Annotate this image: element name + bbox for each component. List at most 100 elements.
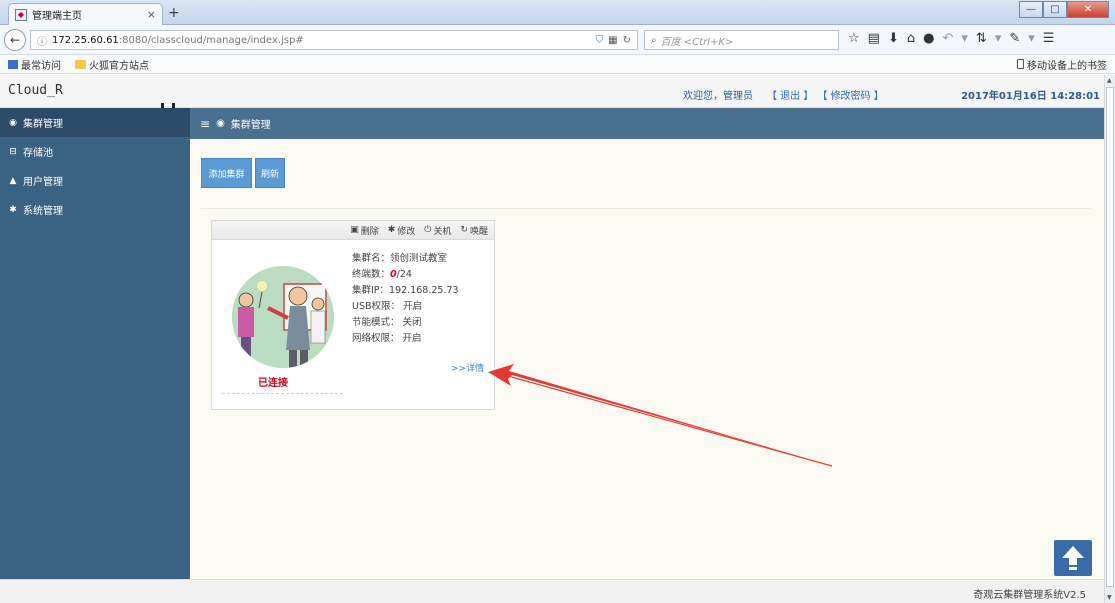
brand-title: Cloud_R [8,83,63,98]
mobile-bookmarks[interactable]: 移动设备上的书签 [1017,57,1107,72]
sidebar-item-system[interactable]: ✱ 系统管理 [0,195,190,224]
qr-code-icon[interactable]: ▦ [608,35,617,46]
menu-icon[interactable]: ☰ [1043,31,1055,46]
card-toolbar: ▣ 删除 ✱ 修改 ⏻ 关机 ↻ 唤醒 [212,221,494,240]
dropdown-icon-2[interactable]: ▾ [995,31,1002,46]
delete-button[interactable]: ▣ 删除 [350,224,379,237]
browser-tab[interactable]: ◆ 管理端主页 × [8,3,163,25]
refresh-button[interactable]: 刷新 [255,158,285,188]
shield-icon[interactable]: ⛉ [596,35,604,46]
star-icon[interactable]: ☆ [848,31,860,46]
chat-icon[interactable]: ● [923,31,934,46]
dropdown-icon-3[interactable]: ▾ [1028,31,1035,46]
scroll-up-icon[interactable]: ▲ [1107,77,1112,84]
bookmark-firefox-site[interactable]: 火狐官方站点 [75,57,149,72]
browser-toolbar-icons: ☆ ▤ ⬇ ⌂ ● ↶ ▾ ⇅ ▾ ✎ ▾ ☰ [848,31,1054,46]
power-icon: ⏻ [424,225,432,235]
close-window-button[interactable]: ✕ [1067,1,1109,18]
cluster-avatar-image [232,266,334,368]
dashboard-icon: ◉ [9,117,17,128]
bookmarks-bar: 最常访问 火狐官方站点 移动设备上的书签 [0,55,1115,74]
web-page: Cloud_R 欢迎您，管理员 【 退出 】 【 修改密码 】 2017年01月… [0,75,1104,603]
bookmark-label: 最常访问 [21,60,61,72]
dashboard-icon: ◉ [216,118,225,129]
scrollbar-thumb[interactable] [1106,87,1114,587]
url-path: :8080/classcloud/manage/index.jsp# [118,34,304,46]
back-button[interactable]: ← [4,29,26,51]
search-icon: ⌕ [651,34,657,46]
sidebar-item-label: 系统管理 [23,206,63,217]
dropdown-icon[interactable]: ▾ [961,31,968,46]
url-bar[interactable]: ⓘ 172.25.60.61:8080/classcloud/manage/in… [30,30,638,50]
tab-title: 管理端主页 [32,11,82,22]
new-tab-button[interactable]: + [168,5,180,21]
search-bar[interactable]: ⌕ 百度 <Ctrl+K> [644,30,839,50]
bookmark-most-visited[interactable]: 最常访问 [8,57,61,72]
app-footer: 奇观云集群管理系统V2.5 [0,579,1104,603]
home-icon[interactable]: ⌂ [907,31,915,46]
refresh-icon: ↻ [460,225,468,235]
add-cluster-button[interactable]: 添加集群 [201,158,252,188]
sidebar-item-label: 存储池 [23,148,53,159]
minimize-button[interactable]: — [1019,1,1043,18]
app-header: Cloud_R 欢迎您，管理员 【 退出 】 【 修改密码 】 2017年01月… [0,75,1104,108]
download-icon[interactable]: ⬇ [888,31,899,46]
sidebar-item-storage[interactable]: ⊟ 存储池 [0,137,190,166]
welcome-text: 欢迎您，管理员 [683,91,753,102]
arrow-up-icon [1062,546,1084,570]
page-scrollbar[interactable]: ▲ ▼ [1104,75,1115,603]
reload-icon[interactable]: ↻ [623,35,631,46]
terminals-online: 0 [390,269,397,280]
cluster-ip: 集群IP：192.168.25.73 [352,285,459,296]
footer-text: 奇观云集群管理系统V2.5 [973,590,1086,601]
gear-icon: ✱ [387,225,396,235]
scroll-down-icon[interactable]: ▼ [1107,594,1112,601]
sidebar-item-label: 集群管理 [23,119,63,130]
undo-icon[interactable]: ↶ [942,31,953,46]
edit-button[interactable]: ✱ 修改 [388,224,416,237]
terminals-total: /24 [396,269,412,280]
sidebar-item-cluster[interactable]: ◉ 集群管理 [0,108,190,137]
dashed-divider [222,393,343,394]
wake-label: 唤醒 [469,226,488,237]
extension-icon[interactable]: ✎ [1009,31,1020,46]
user-icon: ▲ [9,175,17,186]
shutdown-label: 关机 [433,226,452,237]
trash-icon: ▣ [350,225,359,235]
browser-titlebar: ◆ 管理端主页 × + — □ ✕ [0,0,1115,25]
bookmark-label: 火狐官方站点 [89,60,149,72]
reading-list-icon[interactable]: ▤ [868,31,880,46]
sidebar-item-users[interactable]: ▲ 用户管理 [0,166,190,195]
folder-icon [75,59,86,69]
connection-status: 已连接 [258,378,288,389]
maximize-button[interactable]: □ [1043,1,1067,18]
network-permission: 网络权限： 开启 [352,333,422,344]
storage-icon: ⊟ [9,146,17,157]
divider [201,208,1091,209]
header-links: 【 退出 】 【 修改密码 】 [767,87,884,102]
back-to-top-button[interactable] [1054,540,1092,576]
tab-close-icon[interactable]: × [147,8,156,21]
sync-icon[interactable]: ⇅ [976,31,987,46]
logout-link[interactable]: 【 退出 】 [767,87,813,102]
info-icon[interactable]: ⓘ [37,33,47,48]
browser-navbar: ← ⓘ 172.25.60.61:8080/classcloud/manage/… [0,25,1115,55]
url-host: 172.25.60.61 [52,34,119,46]
change-password-link[interactable]: 【 修改密码 】 [817,87,883,102]
delete-label: 删除 [360,226,379,237]
edit-label: 修改 [397,226,416,237]
hamburger-icon[interactable]: ≡ [200,117,210,131]
tab-favicon-icon: ◆ [15,8,27,21]
shutdown-button[interactable]: ⏻ 关机 [424,224,451,237]
cluster-name: 集群名：领创测试教室 [352,253,448,264]
terminal-count: 终端数：0/24 [352,267,459,283]
cluster-info: 集群名：领创测试教室 终端数：0/24 集群IP：192.168.25.73 U… [352,251,459,347]
content-header: ≡ ◉ 集群管理 [190,108,1104,139]
gear-icon: ✱ [9,204,17,215]
action-buttons: 添加集群 刷新 [201,158,285,188]
current-datetime: 2017年01月16日 14:28:01 [961,91,1100,102]
sidebar-item-label: 用户管理 [23,177,63,188]
detail-link[interactable]: >>详情 [451,361,484,374]
wake-button[interactable]: ↻ 唤醒 [460,224,488,237]
terminal-count-label: 终端数： [352,269,391,280]
